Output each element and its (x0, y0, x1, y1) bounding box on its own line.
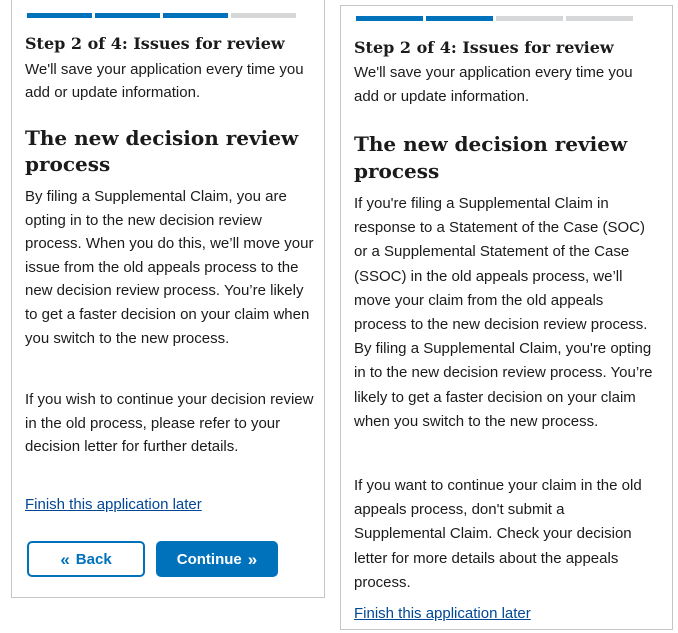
progress-segments (356, 16, 633, 21)
progress-segment-3 (496, 16, 563, 21)
progress-segment-4 (231, 13, 296, 18)
step-title: Step 2 of 4: Issues for review (25, 34, 285, 53)
progress-segment-4 (566, 16, 633, 21)
finish-later-link[interactable]: Finish this application later (25, 496, 202, 513)
save-note: We'll save your application every time y… (354, 64, 633, 105)
save-note: We'll save your application every time y… (25, 61, 304, 101)
continue-button-label: Continue (176, 550, 242, 568)
back-button-label: Back (75, 550, 112, 568)
right-form-panel: Step 2 of 4: Issues for review We'll sav… (340, 5, 673, 630)
progress-segment-2 (426, 16, 493, 21)
progress-segment-3 (163, 13, 228, 18)
progress-segment-1 (27, 13, 92, 18)
intro-paragraph: If you're filing a Supplemental Claim in… (354, 195, 653, 430)
left-form-panel: Step 2 of 4: Issues for review We'll sav… (11, 0, 325, 598)
old-process-paragraph: If you want to continue your claim in th… (354, 477, 642, 591)
back-button[interactable]: « Back (27, 541, 145, 577)
section-heading: The new decision review process (25, 126, 299, 176)
step-title: Step 2 of 4: Issues for review (354, 38, 614, 57)
section-heading: The new decision review process (354, 132, 628, 183)
progress-segment-1 (356, 16, 423, 21)
progress-segments (27, 13, 296, 18)
old-process-paragraph: If you wish to continue your decision re… (25, 391, 314, 456)
double-chevron-right-icon: » (247, 549, 258, 569)
finish-later-link[interactable]: Finish this application later (354, 605, 531, 622)
continue-button[interactable]: Continue » (156, 541, 278, 577)
double-chevron-left-icon: « (60, 549, 70, 569)
progress-segment-2 (95, 13, 160, 18)
intro-paragraph: By filing a Supplemental Claim, you are … (25, 188, 314, 347)
